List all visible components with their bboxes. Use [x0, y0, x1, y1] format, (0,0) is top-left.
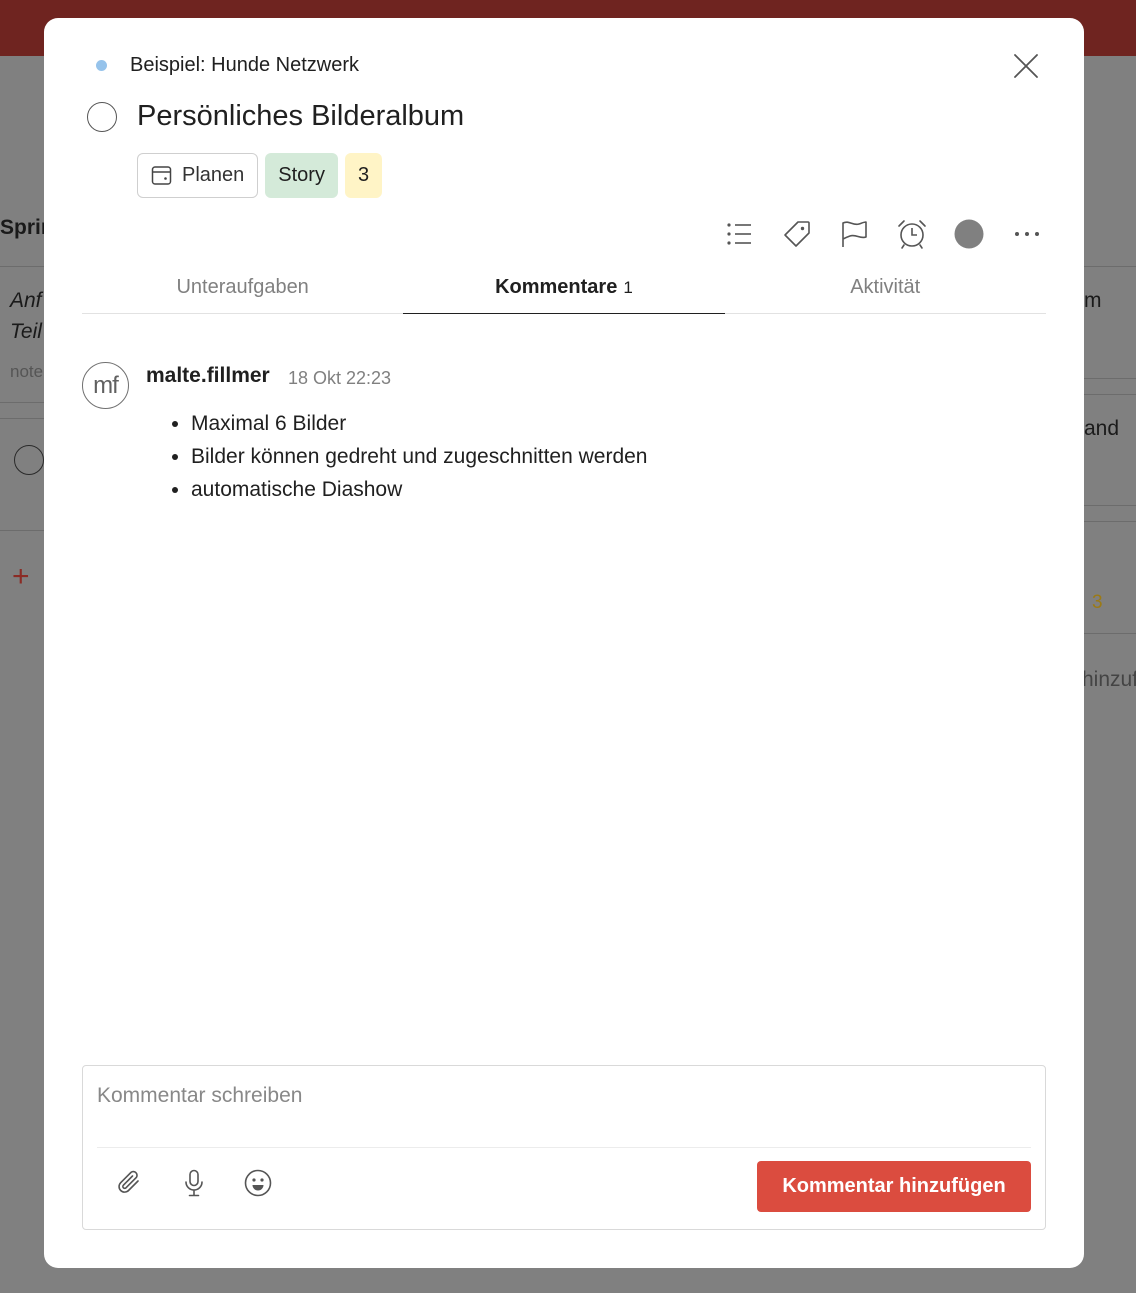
background-task-line: Teil [10, 320, 42, 343]
editor-actions [113, 1166, 275, 1200]
paperclip-icon [118, 1170, 139, 1193]
emoji-button[interactable] [241, 1166, 275, 1200]
background-task-line: Anf [10, 289, 42, 312]
background-add-label: hinzuf [1082, 668, 1136, 691]
emoji-icon [244, 1169, 272, 1197]
plan-label: Planen [182, 164, 245, 186]
calendar-icon [151, 166, 172, 185]
alarm-icon [897, 220, 926, 249]
label-chip-story[interactable]: Story [265, 153, 338, 198]
tab-comments[interactable]: Kommentare 1 [403, 270, 725, 314]
comment-author: malte.fillmer [146, 364, 270, 387]
color-dot-icon [954, 219, 984, 249]
background-points-badge: 3 [1092, 592, 1103, 613]
background-divider [1084, 521, 1136, 522]
list-icon [727, 223, 751, 245]
color-button[interactable] [952, 217, 986, 251]
more-actions-button[interactable] [1010, 217, 1044, 251]
project-color-dot [96, 60, 107, 71]
flag-icon [842, 221, 867, 247]
plan-button[interactable]: Planen [137, 153, 259, 198]
close-button[interactable] [1010, 50, 1042, 82]
subtasks-button[interactable] [722, 217, 756, 251]
background-divider [0, 266, 44, 267]
tab-subtasks[interactable]: Unteraufgaben [82, 270, 403, 313]
tab-comments-count: 1 [623, 278, 633, 297]
voice-button[interactable] [177, 1166, 211, 1200]
priority-button[interactable] [837, 217, 871, 251]
background-divider [1084, 505, 1136, 506]
more-icon [1014, 232, 1039, 236]
background-task-line: m [1084, 289, 1102, 312]
background-divider [1084, 378, 1136, 379]
microphone-icon [185, 1169, 203, 1197]
avatar[interactable]: mf [82, 362, 129, 409]
labels-button[interactable] [780, 217, 814, 251]
points-chip[interactable]: 3 [344, 153, 383, 198]
add-comment-button[interactable]: Kommentar hinzufügen [757, 1161, 1031, 1212]
task-detail-modal: Beispiel: Hunde Netzwerk Persönliches Bi… [44, 18, 1084, 1268]
tab-subtasks-label: Unteraufgaben [176, 276, 309, 298]
background-divider [0, 402, 44, 403]
comment-body: Maximal 6 Bilder Bilder können gedreht u… [191, 407, 891, 506]
background-divider [0, 418, 44, 419]
comment-list-item: automatische Diashow [191, 473, 891, 506]
tag-icon [783, 221, 810, 247]
editor-divider [97, 1147, 1031, 1148]
comment-timestamp: 18 Okt 22:23 [288, 368, 392, 388]
project-breadcrumb[interactable]: Beispiel: Hunde Netzwerk [96, 54, 359, 77]
tab-activity-label: Aktivität [850, 276, 921, 298]
reminder-button[interactable] [895, 217, 929, 251]
background-divider [1084, 394, 1136, 395]
background-task-note: note [10, 362, 44, 381]
close-icon [1014, 54, 1038, 78]
background-divider [1084, 266, 1136, 267]
background-task-line: and [1084, 417, 1120, 440]
comment-list-item: Bilder können gedreht und zugeschnitten … [191, 440, 891, 473]
tab-comments-label: Kommentare [495, 276, 618, 298]
attach-button[interactable] [113, 1166, 147, 1200]
comment-list-item: Maximal 6 Bilder [191, 407, 891, 440]
task-title[interactable]: Persönliches Bilderalbum [137, 100, 464, 133]
detail-tabs: Unteraufgaben Kommentare 1 Aktivität [82, 270, 1046, 314]
task-complete-checkbox[interactable] [87, 102, 117, 132]
project-name: Beispiel: Hunde Netzwerk [130, 54, 359, 76]
background-task-checkbox [14, 445, 44, 475]
background-add-icon: + [12, 560, 30, 593]
background-divider [1084, 633, 1136, 634]
tab-activity[interactable]: Aktivität [725, 270, 1046, 313]
task-toolbar [722, 217, 1067, 251]
background-divider [0, 530, 44, 531]
task-chips: Planen Story 3 [137, 153, 383, 198]
comment-input[interactable] [97, 1078, 1027, 1114]
comment-editor: Kommentar hinzufügen [82, 1065, 1046, 1230]
